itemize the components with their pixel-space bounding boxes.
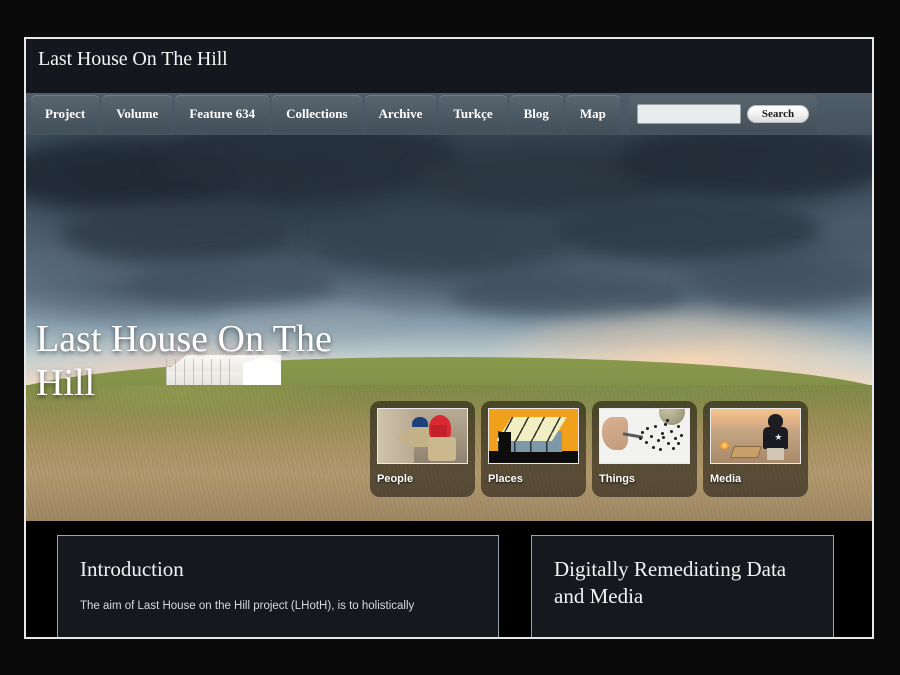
nav-label: Feature 634	[189, 106, 256, 121]
nav-label: Archive	[378, 106, 423, 121]
nav-label: Project	[45, 106, 86, 121]
category-card-people[interactable]: People	[370, 401, 475, 497]
screenshot-viewport: Last House On The Hill Project Volume Fe…	[0, 0, 900, 675]
panel-introduction: Introduction The aim of Last House on th…	[57, 535, 499, 637]
nav-label: Blog	[523, 106, 549, 121]
lower-content-area: Introduction The aim of Last House on th…	[26, 521, 872, 637]
card-label: Places	[488, 473, 523, 485]
site-title: Last House On The Hill	[38, 48, 228, 70]
nav-label: Collections	[286, 106, 348, 121]
shelter-illustration-thumbnail	[488, 408, 579, 464]
card-label: Things	[599, 473, 636, 485]
card-label: Media	[710, 473, 742, 485]
nav-item-archive[interactable]: Archive	[364, 95, 437, 133]
search-button[interactable]: Search	[746, 105, 810, 123]
nav-item-turkce[interactable]: Turkçe	[439, 95, 507, 133]
panel-body: The aim of Last House on the Hill projec…	[80, 600, 415, 612]
people-excavating-thumbnail	[377, 408, 468, 464]
nav-label: Volume	[116, 106, 159, 121]
search-input[interactable]	[636, 104, 741, 124]
card-label: People	[377, 473, 414, 485]
nav-label: Turkçe	[453, 106, 493, 121]
category-card-places[interactable]: Places	[481, 401, 586, 497]
nav-item-collections[interactable]: Collections	[272, 95, 362, 133]
nav-tab-strip: Project Volume Feature 634 Collections A…	[26, 93, 872, 135]
panel-title: Digitally Remediating Data and Media	[554, 557, 787, 608]
category-card-things[interactable]: Things	[592, 401, 697, 497]
category-card-group: People Places Things ★ Media	[370, 401, 808, 497]
main-navigation: Project Volume Feature 634 Collections A…	[26, 93, 872, 135]
search-area: Search	[628, 95, 818, 133]
site-header: Last House On The Hill	[26, 39, 872, 93]
nav-item-blog[interactable]: Blog	[509, 95, 563, 133]
nav-item-map[interactable]: Map	[565, 95, 620, 133]
hero-banner: Last House On The Hill People Places Thi…	[26, 135, 872, 521]
artifact-sorting-thumbnail	[599, 408, 690, 464]
nav-label: Map	[579, 106, 606, 121]
nav-item-feature-634[interactable]: Feature 634	[175, 95, 270, 133]
nav-item-project[interactable]: Project	[31, 95, 100, 133]
panel-title: Introduction	[80, 557, 184, 581]
nav-item-volume[interactable]: Volume	[102, 95, 173, 133]
category-card-media[interactable]: ★ Media	[703, 401, 808, 497]
hero-headline: Last House On The Hill	[36, 318, 332, 404]
page-frame: Last House On The Hill Project Volume Fe…	[24, 37, 874, 639]
panel-digitally-remediating: Digitally Remediating Data and Media	[531, 535, 834, 637]
virtual-world-avatar-thumbnail: ★	[710, 408, 801, 464]
